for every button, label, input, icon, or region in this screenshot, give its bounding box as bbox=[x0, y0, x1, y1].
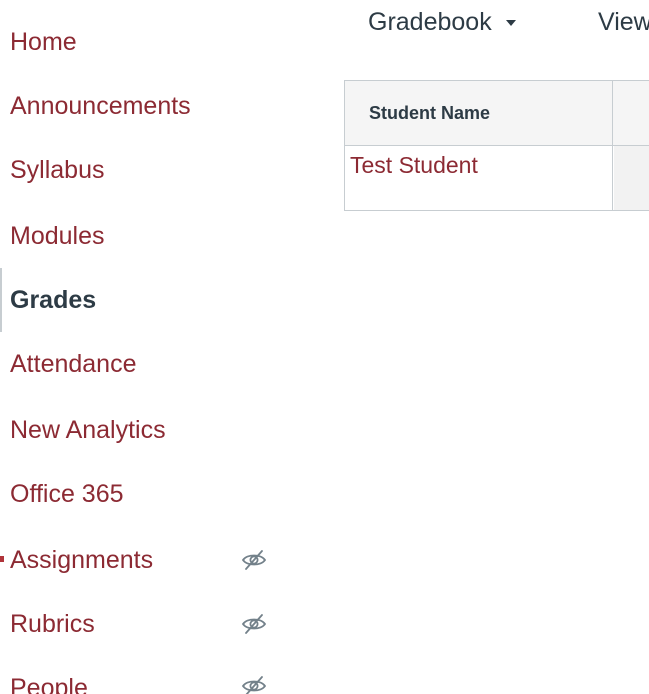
sidebar-item-attendance[interactable]: Attendance bbox=[10, 344, 285, 384]
sidebar-item-grades[interactable]: Grades bbox=[10, 280, 285, 320]
grid-header-row: Student Name bbox=[344, 80, 649, 146]
gradebook-menu-label: Gradebook bbox=[368, 7, 492, 36]
sidebar-item-new-analytics[interactable]: New Analytics bbox=[10, 410, 285, 450]
gradebook-menu-button[interactable]: Gradebook bbox=[368, 4, 516, 40]
gradebook-page: Home Announcements Syllabus Modules Grad… bbox=[0, 0, 649, 694]
eye-slash-icon[interactable] bbox=[240, 546, 268, 574]
gradebook-toolbar: Gradebook View bbox=[368, 0, 649, 44]
eye-slash-icon[interactable] bbox=[240, 672, 268, 694]
sidebar-item-office-365[interactable]: Office 365 bbox=[10, 474, 285, 514]
sidebar-item-modules[interactable]: Modules bbox=[10, 216, 285, 256]
gradebook-grid: Student Name Test Student bbox=[344, 80, 649, 211]
view-menu-button[interactable]: View bbox=[598, 4, 649, 40]
student-name-column-header[interactable]: Student Name bbox=[345, 81, 613, 145]
sidebar-item-home[interactable]: Home bbox=[10, 22, 285, 62]
table-row: Test Student bbox=[344, 146, 649, 211]
course-navigation: Home Announcements Syllabus Modules Grad… bbox=[0, 0, 300, 694]
grade-cell[interactable] bbox=[614, 146, 649, 210]
sidebar-item-syllabus[interactable]: Syllabus bbox=[10, 150, 285, 190]
student-name-link[interactable]: Test Student bbox=[345, 146, 613, 210]
caret-down-icon bbox=[505, 20, 516, 26]
active-item-indicator bbox=[0, 268, 2, 332]
eye-slash-icon[interactable] bbox=[240, 610, 268, 638]
scroll-marker bbox=[0, 556, 4, 562]
sidebar-item-announcements[interactable]: Announcements bbox=[10, 86, 285, 126]
